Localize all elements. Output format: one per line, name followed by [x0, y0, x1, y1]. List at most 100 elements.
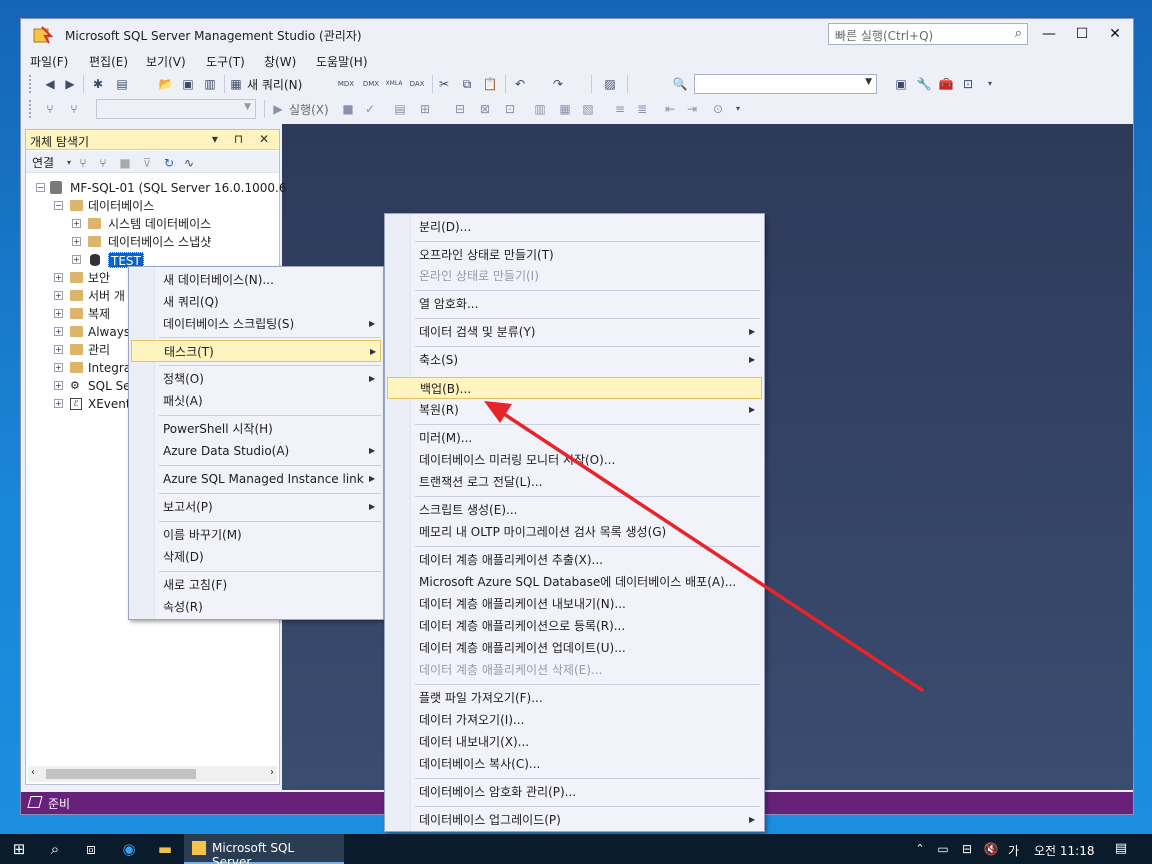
minimize-button[interactable]: —: [1032, 23, 1066, 45]
terminal-icon[interactable]: ⊡: [959, 75, 977, 93]
save-all-icon[interactable]: ▥: [201, 75, 219, 93]
menu-item-script-database[interactable]: 데이터베이스 스크립팅(S) ▶: [131, 313, 381, 335]
connect-icon[interactable]: ⑂: [41, 100, 59, 118]
available-databases-combo[interactable]: ▼: [96, 99, 256, 119]
close-button[interactable]: ✕: [1098, 23, 1132, 45]
save-icon[interactable]: ▣: [179, 75, 197, 93]
menu-item-rename[interactable]: 이름 바꾸기(M): [131, 524, 381, 546]
menu-item-register-dac[interactable]: 데이터 계층 애플리케이션으로 등록(R)...: [387, 615, 762, 637]
tree-node-server[interactable]: − MF-SQL-01 (SQL Server 16.0.1000.6: [26, 179, 286, 197]
network-icon[interactable]: ⊟: [956, 834, 978, 864]
toolbar-grip[interactable]: [29, 75, 33, 93]
plan-icon[interactable]: ⊡: [501, 100, 519, 118]
expand-icon[interactable]: +: [54, 273, 63, 282]
menu-item-data-discovery[interactable]: 데이터 검색 및 분류(Y) ▶: [387, 321, 762, 343]
menu-window[interactable]: 창(W): [264, 53, 296, 70]
parse-icon[interactable]: ✓: [361, 100, 379, 118]
cut-icon[interactable]: ✂: [435, 75, 453, 93]
results-grid-icon[interactable]: ▦: [556, 100, 574, 118]
tray-chevron-icon[interactable]: ⌃: [908, 834, 932, 864]
undo-icon[interactable]: ↶: [511, 75, 529, 93]
menu-item-oltp-checklist[interactable]: 메모리 내 OLTP 마이그레이션 검사 목록 생성(G): [387, 521, 762, 543]
horizontal-scrollbar[interactable]: ‹ ›: [28, 766, 277, 782]
expand-icon[interactable]: +: [54, 345, 63, 354]
menu-item-export-data[interactable]: 데이터 내보내기(X)...: [387, 731, 762, 753]
menu-item-extract-dac[interactable]: 데이터 계층 애플리케이션 추출(X)...: [387, 549, 762, 571]
toolbar-overflow-icon[interactable]: ▾: [981, 75, 999, 93]
solution-config-combo[interactable]: ▼: [694, 74, 877, 94]
collapse-icon[interactable]: −: [54, 201, 63, 210]
filter-icon[interactable]: ⊽: [138, 154, 156, 172]
menu-file[interactable]: 파일(F): [30, 53, 68, 70]
menu-item-bring-online[interactable]: 온라인 상태로 만들기(I): [387, 265, 762, 287]
menu-item-export-dac[interactable]: 데이터 계층 애플리케이션 내보내기(N)...: [387, 593, 762, 615]
estimated-plan-icon[interactable]: ⊞: [416, 100, 434, 118]
uncomment-icon[interactable]: ≣: [633, 100, 651, 118]
menu-item-new-database[interactable]: 새 데이터베이스(N)...: [131, 269, 381, 291]
menu-item-generate-scripts[interactable]: 스크립트 생성(E)...: [387, 499, 762, 521]
menu-item-encrypt-columns[interactable]: 열 암호화...: [387, 293, 762, 315]
decrease-indent-icon[interactable]: ⇤: [661, 100, 679, 118]
tree-node-databases[interactable]: − 데이터베이스: [26, 197, 279, 215]
increase-indent-icon[interactable]: ⇥: [683, 100, 701, 118]
menu-item-mirroring-monitor[interactable]: 데이터베이스 미러링 모니터 시작(O)...: [387, 449, 762, 471]
volume-muted-icon[interactable]: 🔇: [980, 834, 1002, 864]
menu-item-reports[interactable]: 보고서(P) ▶: [131, 496, 381, 518]
ime-indicator[interactable]: 가: [1008, 842, 1019, 859]
maximize-button[interactable]: ☐: [1065, 23, 1099, 45]
stop-icon[interactable]: ■: [339, 100, 357, 118]
toolbar-grip[interactable]: [29, 100, 33, 118]
collapse-icon[interactable]: −: [36, 183, 45, 192]
toolbox-icon[interactable]: 🧰: [937, 75, 955, 93]
server-explorer-icon[interactable]: ▣: [892, 75, 910, 93]
menu-item-refresh[interactable]: 새로 고침(F): [131, 574, 381, 596]
menu-item-upgrade-database[interactable]: 데이터베이스 업그레이드(P) ▶: [387, 809, 762, 831]
expand-icon[interactable]: +: [72, 255, 81, 264]
dmx-query-icon[interactable]: DMX: [362, 75, 380, 93]
refresh-icon[interactable]: ↻: [160, 154, 178, 172]
file-explorer-icon[interactable]: ▬: [150, 834, 180, 864]
menu-item-detach[interactable]: 분리(D)...: [387, 216, 762, 238]
expand-icon[interactable]: +: [54, 363, 63, 372]
tree-node-database-snapshots[interactable]: + 데이터베이스 스냅샷: [26, 233, 279, 251]
menu-item-take-offline[interactable]: 오프라인 상태로 만들기(T): [387, 244, 762, 266]
expand-icon[interactable]: +: [54, 291, 63, 300]
connect-plug-icon[interactable]: ⑂: [74, 154, 92, 172]
menu-item-mirror[interactable]: 미러(M)...: [387, 427, 762, 449]
redo-icon[interactable]: ↷: [549, 75, 567, 93]
execute-icon[interactable]: ▶: [269, 100, 287, 118]
properties-wrench-icon[interactable]: 🔧: [915, 75, 933, 93]
menu-view[interactable]: 보기(V): [146, 53, 186, 70]
menu-item-delete[interactable]: 삭제(D): [131, 546, 381, 568]
menu-item-azure-mi-link[interactable]: Azure SQL Managed Instance link ▶: [131, 468, 381, 490]
menu-item-log-shipping[interactable]: 트랜잭션 로그 전달(L)...: [387, 471, 762, 493]
menu-item-policies[interactable]: 정책(O) ▶: [131, 368, 381, 390]
find-in-files-icon[interactable]: 🔍: [671, 75, 689, 93]
results-file-icon[interactable]: ▧: [579, 100, 597, 118]
menu-edit[interactable]: 편집(E): [89, 53, 128, 70]
menu-item-manage-encryption[interactable]: 데이터베이스 암호화 관리(P)...: [387, 781, 762, 803]
menu-item-facets[interactable]: 패싯(A): [131, 390, 381, 412]
expand-icon[interactable]: +: [72, 219, 81, 228]
menu-item-backup[interactable]: 백업(B)...: [387, 377, 762, 399]
execute-button[interactable]: 실행(X): [289, 101, 329, 118]
activity-icon[interactable]: ∿: [180, 154, 198, 172]
menu-item-import-flat-file[interactable]: 플랫 파일 가져오기(F)...: [387, 687, 762, 709]
dax-query-icon[interactable]: DAX: [408, 75, 426, 93]
open-file-icon[interactable]: 📂: [157, 75, 175, 93]
windows-start-icon[interactable]: ⊞: [4, 834, 34, 864]
scroll-left-icon[interactable]: ‹: [31, 767, 35, 778]
new-project-icon[interactable]: ✱: [89, 75, 107, 93]
notifications-icon[interactable]: ▤: [1106, 834, 1136, 864]
new-query-button[interactable]: 새 쿼리(N): [247, 76, 302, 93]
copy-icon[interactable]: ⧉: [458, 75, 476, 93]
xmla-query-icon[interactable]: XMLA: [385, 75, 403, 93]
toolbar-overflow-icon[interactable]: ▾: [729, 100, 747, 118]
edge-browser-icon[interactable]: ◉: [114, 834, 144, 864]
expand-icon[interactable]: +: [54, 381, 63, 390]
menu-tools[interactable]: 도구(T): [206, 53, 245, 70]
expand-icon[interactable]: +: [72, 237, 81, 246]
tree-node-system-databases[interactable]: + 시스템 데이터베이스: [26, 215, 279, 233]
tray-device-icon[interactable]: ▭: [932, 834, 954, 864]
clock[interactable]: 오전 11:18: [1034, 842, 1094, 859]
